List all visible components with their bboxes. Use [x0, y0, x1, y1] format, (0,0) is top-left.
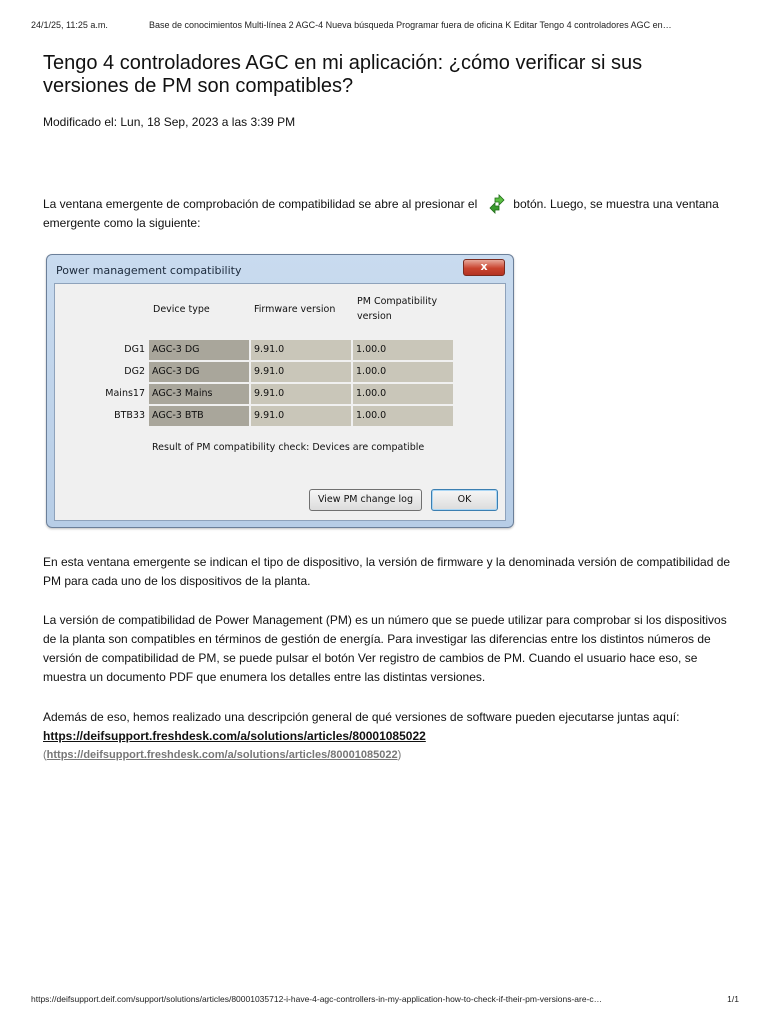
pm-compatibility-check-icon — [487, 194, 507, 214]
page-number: 1/1 — [727, 994, 739, 1004]
pm-compatibility-dialog: Power management compatibility x Device … — [46, 254, 514, 528]
cell-device-type: AGC-3 BTB — [149, 406, 249, 426]
dialog-title: Power management compatibility — [56, 264, 242, 277]
intro-paragraph: La ventana emergente de comprobación de … — [43, 194, 733, 233]
compatibility-result: Result of PM compatibility check: Device… — [152, 442, 425, 453]
overview-link[interactable]: https://deifsupport.freshdesk.com/a/solu… — [43, 729, 426, 743]
cell-device-type: AGC-3 DG — [149, 340, 249, 360]
article-title: Tengo 4 controladores AGC en mi aplicaci… — [43, 52, 643, 97]
cell-pm-version: 1.00.0 — [353, 362, 453, 382]
link-line: https://deifsupport.freshdesk.com/a/solu… — [43, 727, 733, 746]
print-header: 24/1/25, 11:25 a.m. Base de conocimientos… — [31, 20, 741, 30]
print-page-title: Base de conocimientos Multi-línea 2 AGC-… — [149, 20, 672, 30]
cell-pm-version: 1.00.0 — [353, 406, 453, 426]
modified-date: Modificado el: Lun, 18 Sep, 2023 a las 3… — [43, 115, 296, 129]
header-pm-line1: PM Compatibility — [357, 296, 438, 307]
header-firmware-version: Firmware version — [254, 304, 336, 315]
dialog-close-button[interactable]: x — [463, 259, 505, 276]
dialog-body: Device type Firmware version PM Compatib… — [54, 283, 506, 521]
header-pm-compatibility: PM Compatibility version — [357, 294, 437, 324]
header-device-type: Device type — [153, 304, 210, 315]
cell-device-type: AGC-3 DG — [149, 362, 249, 382]
cell-firmware: 9.91.0 — [251, 362, 351, 382]
print-timestamp: 24/1/25, 11:25 a.m. — [31, 20, 108, 30]
intro-text-before: La ventana emergente de comprobación de … — [43, 197, 478, 211]
print-url: https://deifsupport.deif.com/support/sol… — [31, 994, 603, 1004]
ok-button[interactable]: OK — [431, 489, 498, 511]
header-pm-line2: version — [357, 311, 392, 322]
paragraph-overview: Además de eso, hemos realizado una descr… — [43, 710, 680, 724]
cell-firmware: 9.91.0 — [251, 340, 351, 360]
cell-firmware: 9.91.0 — [251, 406, 351, 426]
row-label: BTB33 — [114, 410, 145, 421]
row-label: Mains17 — [105, 388, 145, 399]
cell-pm-version: 1.00.0 — [353, 384, 453, 404]
cell-firmware: 9.91.0 — [251, 384, 351, 404]
view-pm-change-log-button[interactable]: View PM change log — [309, 489, 422, 511]
row-label: DG2 — [124, 366, 145, 377]
paragraph-dialog-description: En esta ventana emergente se indican el … — [43, 555, 731, 588]
print-footer: https://deifsupport.deif.com/support/sol… — [31, 994, 741, 1004]
link-paren-line: (https://deifsupport.freshdesk.com/a/sol… — [43, 746, 733, 765]
paragraph-pm-version: La versión de compatibilidad de Power Ma… — [43, 613, 727, 684]
overview-link-secondary[interactable]: https://deifsupport.freshdesk.com/a/solu… — [47, 749, 398, 761]
cell-device-type: AGC-3 Mains — [149, 384, 249, 404]
paren-close: ) — [397, 749, 402, 761]
cell-pm-version: 1.00.0 — [353, 340, 453, 360]
row-label: DG1 — [124, 344, 145, 355]
